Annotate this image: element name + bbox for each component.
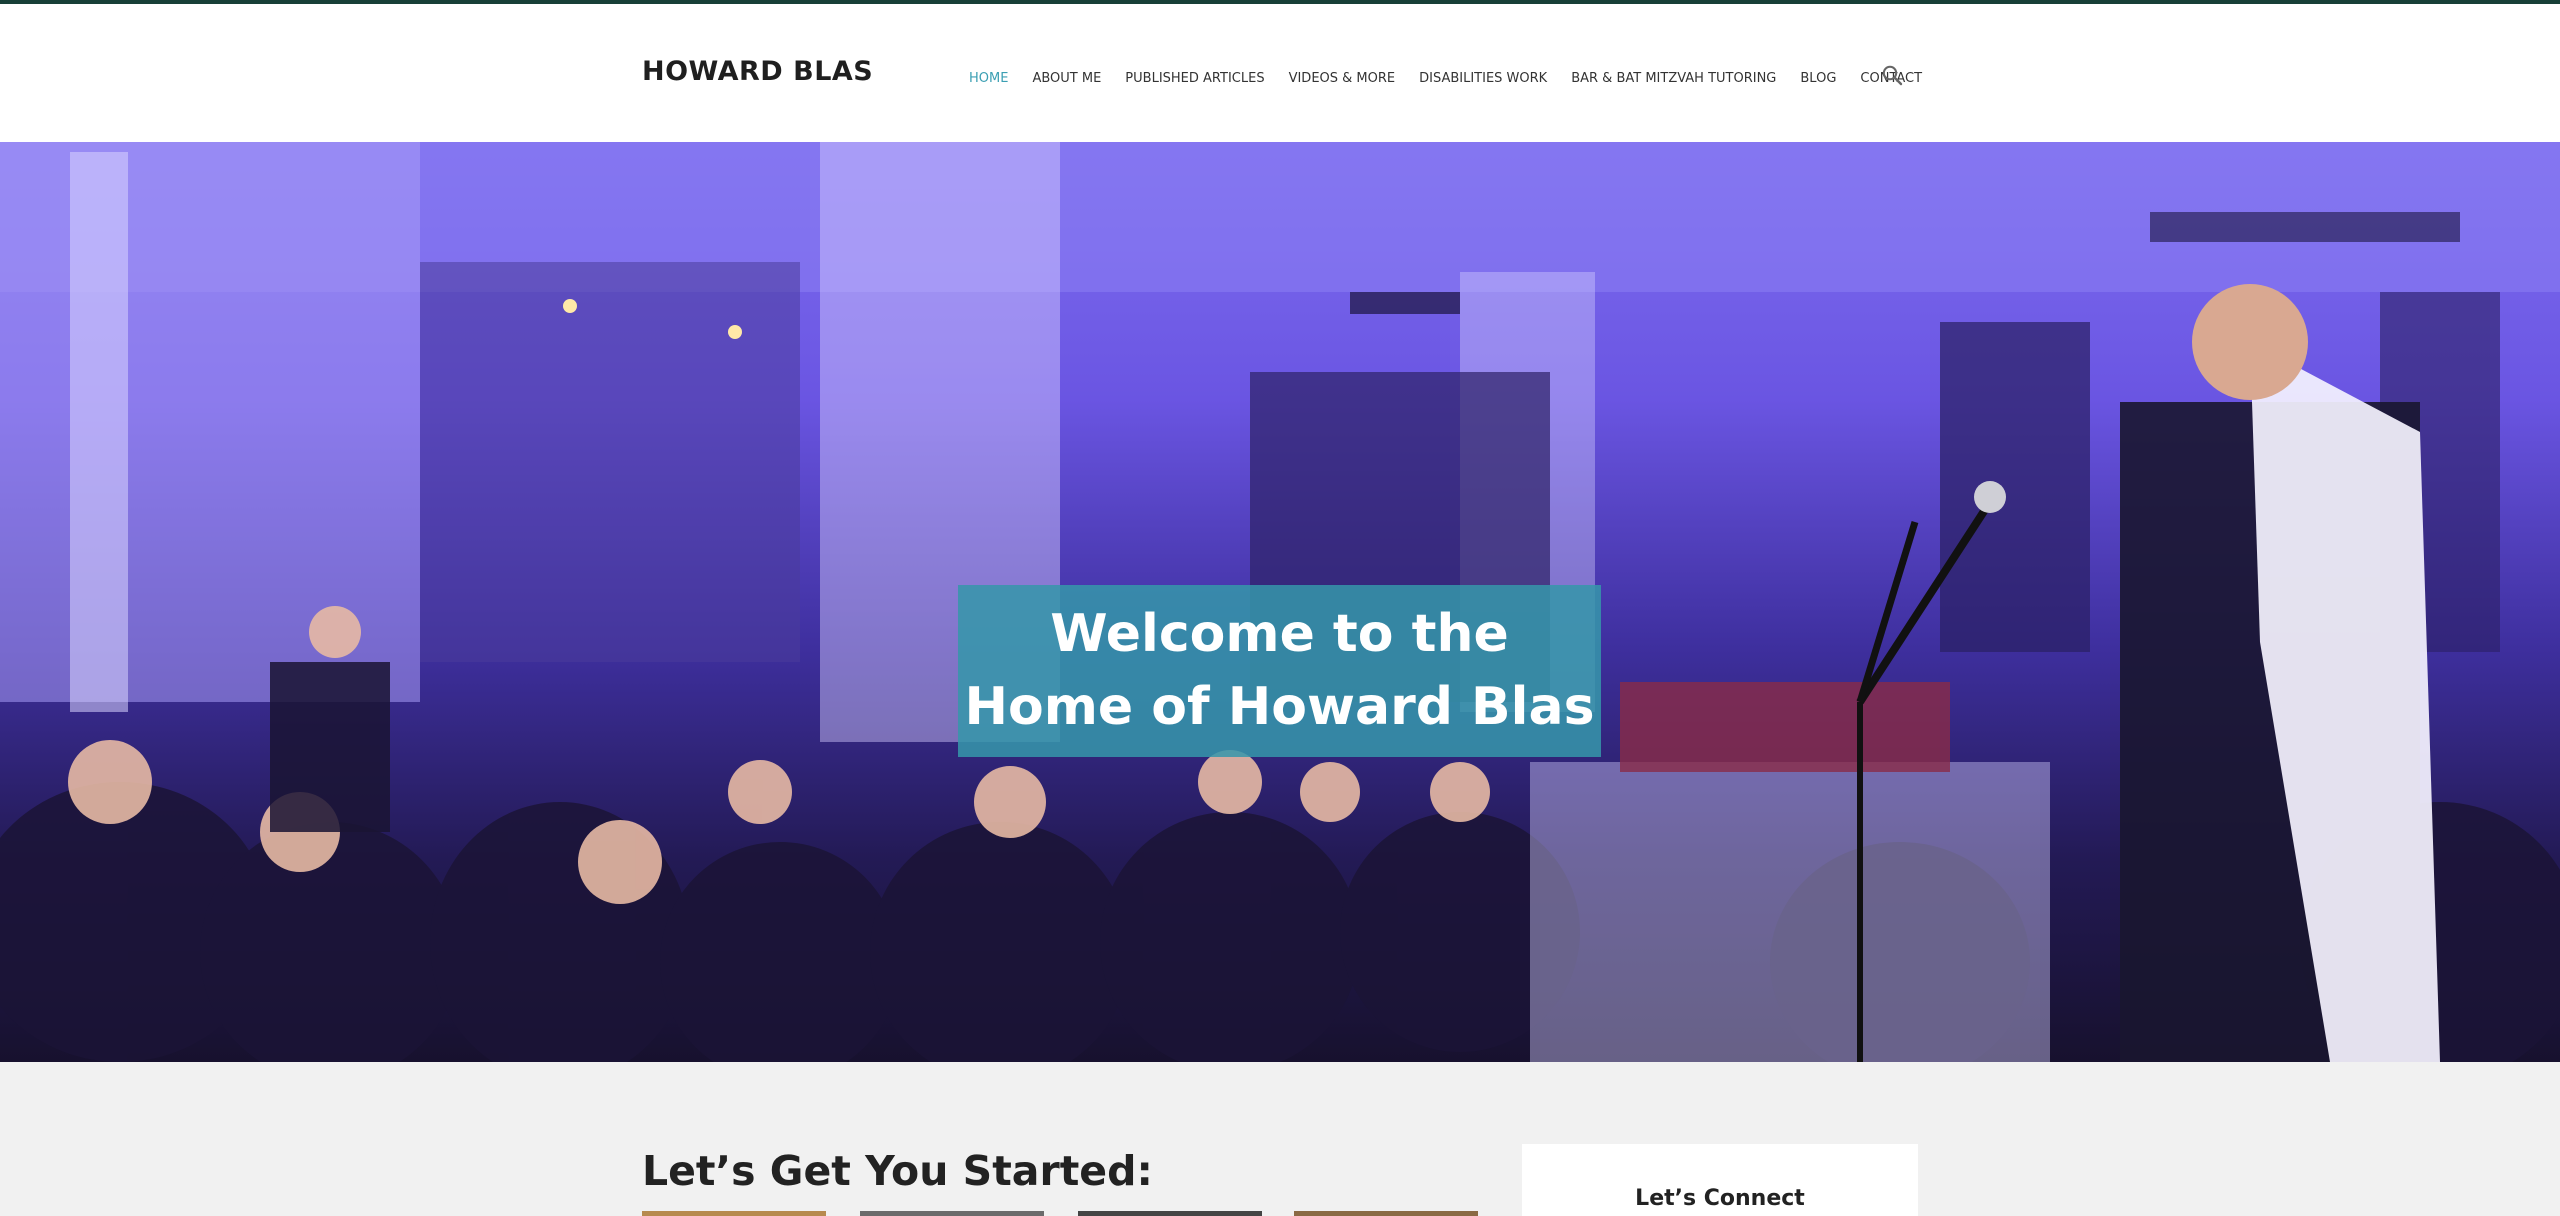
thumbnail-1[interactable] [642,1211,826,1216]
welcome-heading-line-1: Welcome to the [1050,604,1509,664]
nav-item-home[interactable]: HOME [969,71,1008,86]
nav-item-bar-bat-mitzvah-tutoring[interactable]: BAR & BAT MITZVAH TUTORING [1571,71,1776,86]
thumbnail-4[interactable] [1294,1211,1478,1216]
nav-item-published-articles[interactable]: PUBLISHED ARTICLES [1125,71,1264,86]
nav-item-blog[interactable]: BLOG [1800,71,1836,86]
search-icon[interactable] [1881,64,1903,86]
site-header: HOWARD BLAS HOME ABOUT ME PUBLISHED ARTI… [0,4,2560,142]
thumbnail-3[interactable] [1078,1211,1262,1216]
welcome-heading-line-2: Home of Howard Blas [964,677,1595,737]
nav-item-videos-more[interactable]: VIDEOS & MORE [1289,71,1396,86]
nav-item-about-me[interactable]: ABOUT ME [1032,71,1101,86]
lets-connect-title: Let’s Connect [1635,1186,1805,1211]
welcome-box: Welcome to the Home of Howard Blas [958,585,1601,757]
main-nav: HOME ABOUT ME PUBLISHED ARTICLES VIDEOS … [969,68,1946,88]
section-heading-get-started: Let’s Get You Started: [642,1147,1153,1195]
hero-banner: Welcome to the Home of Howard Blas [0,142,2560,1062]
lets-connect-card: Let’s Connect [1522,1144,1918,1216]
site-logo[interactable]: HOWARD BLAS [642,56,873,87]
nav-item-disabilities-work[interactable]: DISABILITIES WORK [1419,71,1547,86]
thumbnail-row [642,1211,1478,1216]
thumbnail-2[interactable] [860,1211,1044,1216]
